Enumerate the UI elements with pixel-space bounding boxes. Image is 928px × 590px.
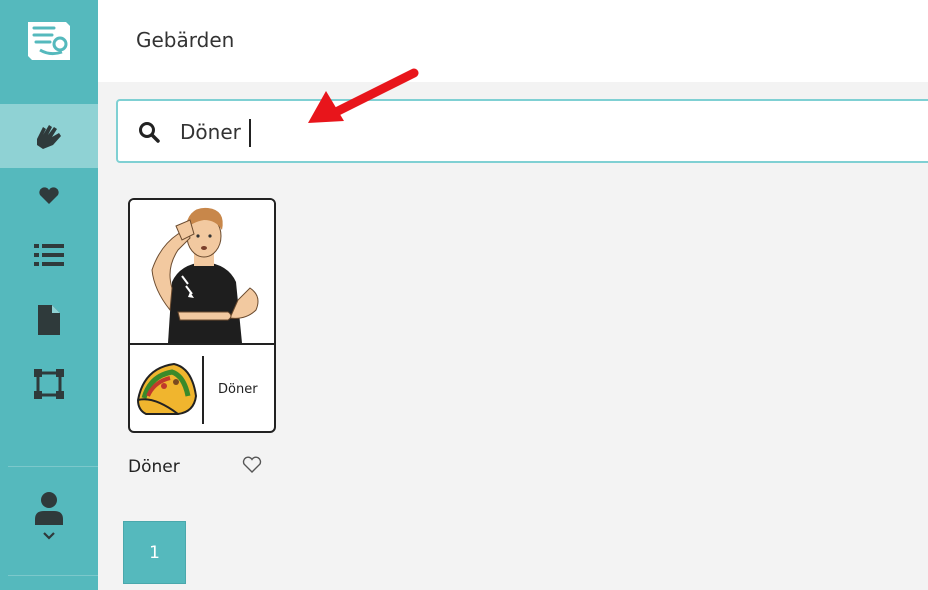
- sidebar-item-favorites[interactable]: [0, 184, 98, 208]
- sidebar: [0, 0, 98, 590]
- heart-icon: [39, 187, 59, 204]
- signer-illustration: [130, 200, 274, 343]
- sidebar-divider-bottom: [8, 575, 98, 576]
- list-icon: [34, 244, 64, 266]
- sign-name[interactable]: Döner: [128, 457, 180, 477]
- annotation-arrow-icon: [308, 68, 419, 123]
- sidebar-divider: [8, 466, 98, 467]
- sidebar-item-frames[interactable]: [0, 366, 98, 402]
- user-icon: [35, 492, 63, 525]
- page-title: Gebärden: [136, 28, 235, 52]
- sidebar-item-signs[interactable]: [0, 104, 98, 168]
- text-caret: [249, 119, 251, 147]
- favorite-heart-icon[interactable]: [242, 456, 262, 474]
- search-input[interactable]: [180, 115, 780, 149]
- sign-card[interactable]: Döner: [128, 198, 276, 433]
- chevron-down-icon: [43, 532, 55, 540]
- app-logo-icon[interactable]: [26, 18, 72, 64]
- card-divider: [202, 356, 204, 424]
- pagination-page-1[interactable]: 1: [123, 521, 186, 584]
- card-word-label: Döner: [218, 382, 258, 397]
- search-box[interactable]: [116, 99, 928, 163]
- document-icon: [38, 305, 60, 335]
- sidebar-item-lists[interactable]: [0, 240, 98, 270]
- sidebar-user-menu[interactable]: [0, 486, 98, 546]
- doner-kebab-icon: [136, 362, 198, 415]
- sidebar-item-documents[interactable]: [0, 303, 98, 337]
- search-icon: [139, 122, 160, 143]
- top-bar: Gebärden: [98, 0, 928, 82]
- frame-icon: [34, 369, 64, 399]
- card-separator: [130, 343, 274, 345]
- signing-hands-icon: [37, 125, 61, 149]
